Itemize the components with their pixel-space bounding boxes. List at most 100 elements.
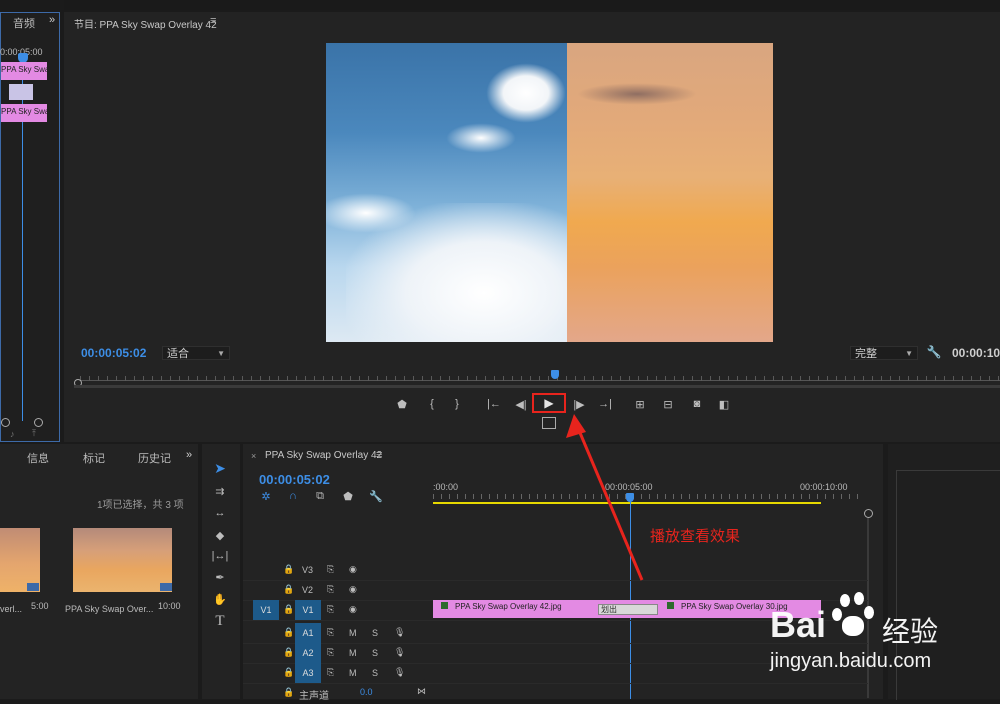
safe-margins-icon[interactable] (542, 417, 556, 429)
tab-info[interactable]: 信息 (27, 450, 49, 466)
source-clip-2[interactable]: PPA Sky Swa (1, 104, 49, 122)
quality-dropdown[interactable]: 完整 ▼ (850, 346, 918, 360)
program-video-frame (326, 43, 773, 342)
source-clip-1[interactable]: PPA Sky Swa (1, 62, 49, 80)
export-frame-icon[interactable]: ◙ (689, 397, 705, 411)
clip-v1-overlay-42-label: PPA Sky Swap Overlay 42.jpg (455, 602, 562, 611)
razor-tool-icon[interactable]: ◆ (210, 526, 230, 544)
scroll-handle-left[interactable] (1, 418, 10, 427)
ruler-label-2: 00:00:10:00 (800, 482, 848, 492)
source-panel: 音频 » 00:00:05:00 PPA Sky Swa PPA Sky Swa… (0, 12, 60, 442)
timeline-timecode[interactable]: 00:00:05:02 (259, 472, 330, 487)
project-thumb-2[interactable] (73, 528, 172, 592)
lock-icon[interactable]: 🔒 (283, 667, 294, 678)
eye-icon[interactable]: ◉ (349, 564, 357, 575)
eye-icon[interactable]: ◉ (349, 604, 357, 615)
track-a2-label[interactable]: A2 (295, 643, 321, 663)
sky-blue-image (326, 43, 576, 342)
tab-markers[interactable]: 标记 (83, 450, 105, 466)
comparison-view-icon[interactable]: ◧ (716, 397, 732, 411)
sequence-name[interactable]: PPA Sky Swap Overlay 42 (265, 450, 382, 461)
nest-icon[interactable]: ✲ (259, 490, 273, 503)
mark-out-icon[interactable]: } (450, 397, 464, 411)
export-icon[interactable]: ⤒ (32, 428, 36, 439)
pen-tool-icon[interactable]: ✒ (210, 568, 230, 586)
linked-selection-icon[interactable]: ⧉ (313, 490, 327, 502)
master-volume[interactable]: 0.0 (360, 687, 373, 697)
ripple-edit-tool-icon[interactable]: ↔ (210, 504, 230, 522)
toggle-sync-icon[interactable]: ⎘ (327, 667, 334, 678)
toggle-sync-icon[interactable]: ⎘ (327, 564, 334, 575)
extract-icon[interactable]: ⊟ (660, 397, 676, 411)
vertical-scroll-handle[interactable] (864, 509, 873, 518)
mute-button[interactable]: M (349, 668, 357, 678)
microphone-icon[interactable]: 🎙 (394, 647, 405, 658)
eye-icon[interactable]: ◉ (349, 584, 357, 595)
clip-fx-icon (667, 602, 674, 609)
lift-icon[interactable]: ⊞ (632, 397, 648, 411)
program-timecode[interactable]: 00:00:05:02 (81, 346, 146, 360)
lock-icon[interactable]: 🔒 (283, 584, 294, 595)
toggle-sync-icon[interactable]: ⎘ (327, 584, 334, 595)
baidu-brand: Bai (770, 604, 827, 645)
add-marker-icon[interactable]: ⬟ (395, 397, 409, 411)
tab-history[interactable]: 历史记 (138, 450, 171, 466)
hand-tool-icon[interactable]: ✋ (210, 590, 230, 608)
lock-icon[interactable]: 🔒 (283, 564, 294, 575)
selection-tool-icon[interactable]: ➤ (210, 459, 230, 477)
toggle-sync-icon[interactable]: ⎘ (327, 647, 334, 658)
lock-icon[interactable]: 🔒 (283, 647, 294, 658)
go-to-out-icon[interactable]: →| (597, 397, 613, 411)
track-a3-label[interactable]: A3 (295, 663, 321, 683)
track-master: 🔒 主声道 0.0 ⋈ (243, 684, 868, 704)
panel-menu-icon[interactable]: » (186, 449, 192, 461)
toggle-sync-icon[interactable]: ⎘ (327, 604, 334, 615)
toggle-sync-icon[interactable]: ⎘ (327, 627, 334, 638)
baidu-brand-2: 经验 (882, 616, 939, 647)
fit-dropdown[interactable]: 适合 ▼ (162, 346, 230, 360)
track-v2-label: V2 (302, 585, 314, 595)
lock-icon[interactable]: 🔒 (283, 604, 294, 615)
snap-icon[interactable]: ∩ (286, 490, 300, 502)
fit-dropdown-value: 适合 (167, 348, 189, 360)
step-back-icon[interactable]: ◀| (514, 397, 528, 411)
master-end-icon[interactable]: ⋈ (417, 686, 426, 697)
clip-badge-icon (160, 583, 172, 591)
wrench-icon[interactable]: 🔧 (927, 345, 942, 359)
source-patch-v1[interactable]: V1 (253, 600, 279, 620)
lock-icon[interactable]: 🔒 (283, 627, 294, 638)
project-thumb-1[interactable] (0, 528, 40, 592)
type-tool-icon[interactable]: T (210, 611, 230, 631)
audio-mark-icon[interactable]: ♪ (10, 429, 15, 439)
microphone-icon[interactable]: 🎙 (394, 667, 405, 678)
scroll-handle-right[interactable] (34, 418, 43, 427)
close-icon[interactable]: × (251, 451, 256, 461)
timeline-menu-icon[interactable]: ≡ (376, 449, 382, 461)
solo-button[interactable]: S (372, 668, 378, 678)
add-marker-icon[interactable]: ⬟ (341, 490, 355, 503)
source-tab-label[interactable]: 音频 (13, 15, 35, 31)
track-v1-label[interactable]: V1 (295, 600, 321, 620)
program-scrubber[interactable] (74, 370, 1000, 388)
slip-tool-icon[interactable]: |↔| (210, 547, 230, 565)
baidu-watermark: Bai 经验 jingyan.baidu.com (770, 592, 1000, 684)
track-v3-label: V3 (302, 565, 314, 575)
solo-button[interactable]: S (372, 648, 378, 658)
lock-icon[interactable]: 🔒 (283, 687, 294, 698)
wrench-icon[interactable]: 🔧 (369, 490, 383, 503)
mute-button[interactable]: M (349, 648, 357, 658)
step-forward-icon[interactable]: |▶ (572, 397, 586, 411)
go-to-in-icon[interactable]: |← (486, 397, 502, 411)
transition-thumb[interactable] (9, 84, 33, 100)
track-a1-label[interactable]: A1 (295, 623, 321, 643)
microphone-icon[interactable]: 🎙 (394, 627, 405, 638)
project-item-2-name: PPA Sky Swap Over... (65, 604, 154, 614)
mute-button[interactable]: M (349, 628, 357, 638)
transition-block[interactable]: 划出 (598, 604, 658, 615)
scrubber-playhead[interactable] (551, 370, 559, 379)
mark-in-icon[interactable]: { (425, 397, 439, 411)
track-select-tool-icon[interactable]: ⇉ (210, 482, 230, 500)
program-menu-icon[interactable]: ≡ (210, 15, 216, 27)
solo-button[interactable]: S (372, 628, 378, 638)
panel-menu-icon[interactable]: » (49, 14, 55, 26)
